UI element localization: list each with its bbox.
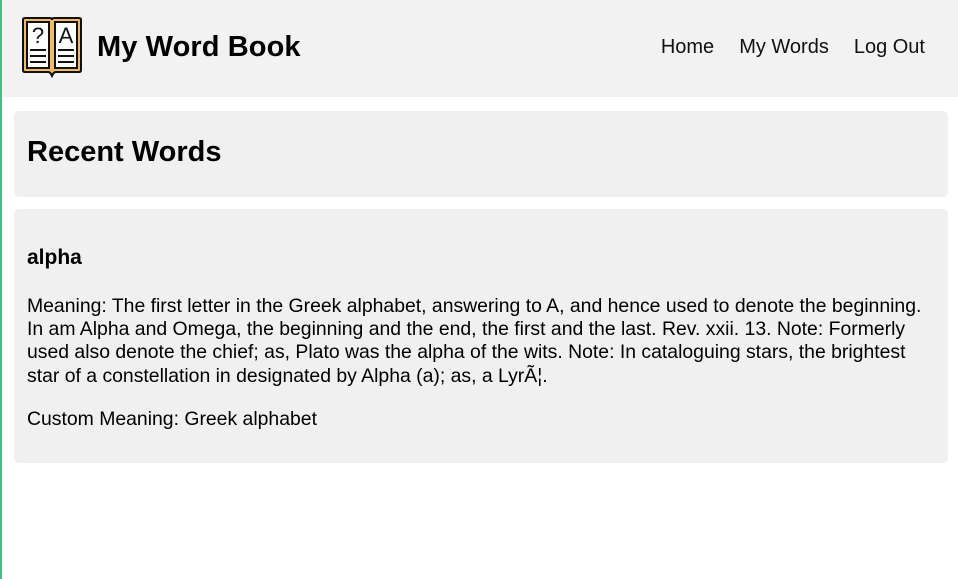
word-title: alpha (27, 246, 82, 269)
custom-meaning-label: Custom Meaning: (27, 407, 185, 430)
nav-link-my-words[interactable]: My Words (739, 36, 829, 59)
brand[interactable]: ? A My Word Book (20, 16, 301, 78)
custom-meaning: Custom Meaning: Greek alphabet (27, 408, 935, 431)
word-meaning: Meaning: The first letter in the Greek a… (27, 295, 932, 388)
nav-link-log-out[interactable]: Log Out (854, 36, 925, 59)
page-title: Recent Words (27, 136, 222, 168)
app-title: My Word Book (97, 30, 301, 63)
main-nav: Home My Words Log Out (636, 36, 925, 59)
meaning-label: Meaning: (27, 295, 112, 317)
meaning-text: The first letter in the Greek alphabet, … (27, 295, 922, 387)
navbar: ? A My Word Book Home My Words Log Out (2, 0, 958, 97)
custom-meaning-text: Greek alphabet (184, 407, 317, 430)
word-card: alpha Meaning: The first letter in the G… (14, 209, 948, 463)
nav-link-home[interactable]: Home (661, 36, 714, 59)
recent-words-header: Recent Words (14, 111, 948, 197)
page: ? A My Word Book Home My Words Log Out R… (0, 0, 958, 579)
svg-text:A: A (59, 23, 74, 48)
book-icon: ? A (22, 17, 82, 78)
svg-text:?: ? (32, 23, 44, 48)
